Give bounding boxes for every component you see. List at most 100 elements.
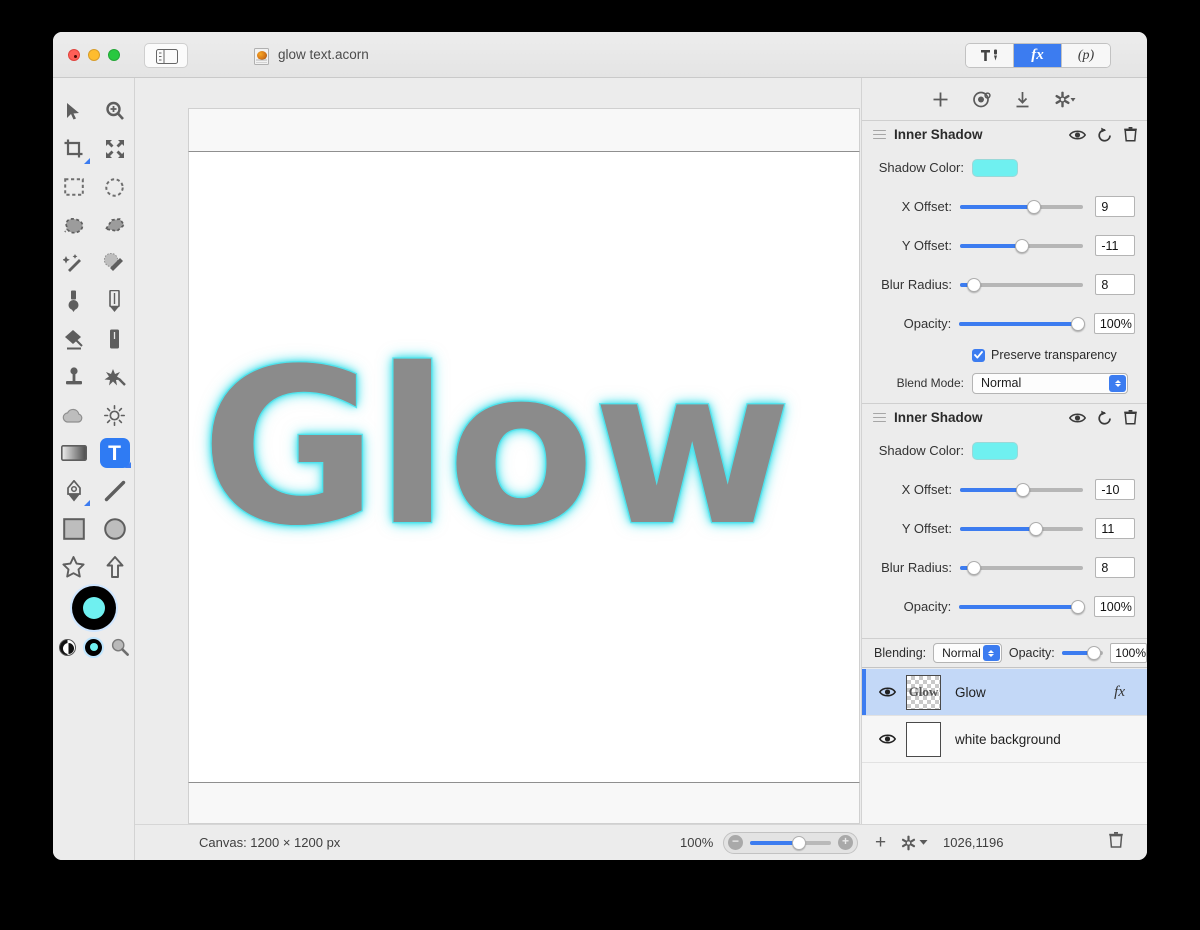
instant-alpha-tool[interactable] — [94, 244, 135, 282]
layer-blending-select[interactable]: Normal — [933, 643, 1002, 663]
zoom-slider[interactable]: − + — [723, 831, 858, 854]
lasso-tool[interactable] — [53, 206, 94, 244]
ellipse-select-tool[interactable] — [94, 168, 135, 206]
brush-tool[interactable] — [53, 282, 94, 320]
eraser-tool[interactable] — [94, 320, 135, 358]
y-offset-value[interactable]: 11 — [1095, 518, 1135, 539]
trash-icon[interactable] — [1124, 127, 1137, 142]
gear-icon — [901, 835, 916, 850]
tool-submenu-indicator[interactable] — [84, 158, 90, 164]
layer-name[interactable]: Glow — [955, 685, 986, 700]
blur-radius-slider[interactable] — [959, 277, 1084, 293]
blur-radius-slider[interactable] — [959, 560, 1084, 576]
effect-header[interactable]: Inner Shadow — [862, 404, 1147, 431]
clone-stamp-tool[interactable] — [53, 358, 94, 396]
reset-icon[interactable] — [1098, 410, 1112, 425]
shadow-color-well[interactable] — [972, 158, 1018, 177]
bw-swap-icon[interactable] — [59, 638, 76, 656]
tab-fx[interactable]: fx — [1014, 44, 1062, 67]
rect-select-tool[interactable] — [53, 168, 94, 206]
effect-settings-gear-icon[interactable] — [1054, 91, 1078, 108]
dodge-burn-tool[interactable] — [94, 396, 135, 434]
x-offset-value[interactable]: -10 — [1095, 479, 1135, 500]
magic-wand-tool[interactable] — [53, 244, 94, 282]
minimize-button[interactable] — [88, 49, 100, 61]
gradient-tool[interactable] — [53, 434, 94, 472]
arrow-shape-tool[interactable] — [94, 548, 135, 586]
trash-icon[interactable] — [1124, 410, 1137, 425]
layer-visibility-icon[interactable] — [879, 733, 896, 745]
shadow-color-well[interactable] — [972, 441, 1018, 460]
blend-mode-select[interactable]: Normal — [972, 372, 1128, 394]
drag-handle-icon[interactable] — [873, 129, 886, 140]
drag-handle-icon[interactable] — [873, 412, 886, 423]
add-layer-button[interactable]: + — [875, 832, 886, 854]
tab-tools[interactable] — [966, 44, 1014, 67]
table-row[interactable]: white background — [862, 716, 1147, 763]
import-effect-icon[interactable] — [1015, 91, 1030, 108]
smudge-tool[interactable] — [94, 358, 135, 396]
eye-icon[interactable] — [1069, 129, 1086, 141]
line-tool[interactable] — [94, 472, 135, 510]
layer-opacity-value[interactable]: 100% — [1110, 643, 1147, 663]
canvas[interactable]: Glow — [188, 152, 860, 782]
delete-layer-button[interactable] — [1109, 832, 1123, 853]
table-row[interactable]: Glow Glow fx — [862, 669, 1147, 716]
opacity-slider[interactable] — [959, 599, 1085, 615]
magnifier-icon[interactable] — [111, 638, 129, 656]
effect-palette-icon[interactable] — [972, 91, 991, 108]
zoom-button[interactable] — [108, 49, 120, 61]
add-effect-icon[interactable] — [932, 91, 949, 108]
opacity-slider[interactable] — [959, 316, 1085, 332]
blur-radius-value[interactable]: 8 — [1095, 274, 1135, 295]
ellipse-shape-tool[interactable] — [94, 510, 135, 548]
layer-name[interactable]: white background — [955, 732, 1061, 747]
x-offset-slider[interactable] — [959, 199, 1084, 215]
polygon-lasso-icon — [104, 217, 125, 232]
sidebar-toggle-button[interactable] — [144, 43, 188, 68]
x-offset-slider[interactable] — [959, 482, 1084, 498]
opacity-value[interactable]: 100% — [1093, 596, 1135, 617]
bezier-pen-tool[interactable] — [53, 472, 94, 510]
effect-section-inner-shadow-2: Inner Shadow Shadow Color: X Offset: -10… — [862, 403, 1147, 626]
tab-presets[interactable]: (p) — [1062, 44, 1110, 67]
y-offset-slider[interactable] — [959, 238, 1084, 254]
eye-icon[interactable] — [1069, 412, 1086, 424]
x-offset-value[interactable]: 9 — [1095, 196, 1135, 217]
layer-fx-badge[interactable]: fx — [1114, 684, 1125, 701]
layer-opacity-slider[interactable] — [1061, 646, 1104, 660]
move-tool[interactable] — [53, 92, 94, 130]
layer-thumbnail[interactable] — [906, 721, 941, 757]
line-icon — [104, 480, 125, 502]
effect-header[interactable]: Inner Shadow — [862, 121, 1147, 148]
layer-thumbnail[interactable]: Glow — [906, 674, 941, 710]
opacity-value[interactable]: 100% — [1093, 313, 1135, 334]
y-offset-row: Y Offset: 11 — [862, 509, 1147, 548]
preserve-transparency-row[interactable]: Preserve transparency — [862, 343, 1147, 367]
blur-radius-value[interactable]: 8 — [1095, 557, 1135, 578]
pencil-tool[interactable] — [94, 282, 135, 320]
chevron-updown-icon — [982, 645, 1000, 661]
zoom-tool[interactable] — [94, 92, 135, 130]
foreground-color-well[interactable] — [72, 586, 116, 630]
y-offset-slider[interactable] — [959, 521, 1084, 537]
star-shape-tool[interactable] — [53, 548, 94, 586]
tool-submenu-indicator[interactable] — [125, 462, 131, 468]
preserve-transparency-checkbox[interactable] — [972, 348, 985, 362]
layer-visibility-icon[interactable] — [879, 686, 896, 698]
transform-tool[interactable] — [94, 130, 135, 168]
polygon-lasso-tool[interactable] — [94, 206, 135, 244]
crop-tool[interactable] — [53, 130, 94, 168]
y-offset-value[interactable]: -11 — [1095, 235, 1135, 256]
reset-icon[interactable] — [1098, 127, 1112, 142]
layer-settings-button[interactable] — [900, 835, 928, 851]
blur-tool[interactable] — [53, 396, 94, 434]
tool-submenu-indicator[interactable] — [84, 500, 90, 506]
zoom-in-icon[interactable]: + — [838, 835, 853, 850]
text-tool[interactable]: T — [94, 434, 135, 472]
paint-bucket-tool[interactable] — [53, 320, 94, 358]
rectangle-shape-tool[interactable] — [53, 510, 94, 548]
color-picker-icon[interactable] — [85, 638, 102, 656]
close-button[interactable] — [68, 49, 80, 61]
zoom-out-icon[interactable]: − — [728, 835, 743, 850]
